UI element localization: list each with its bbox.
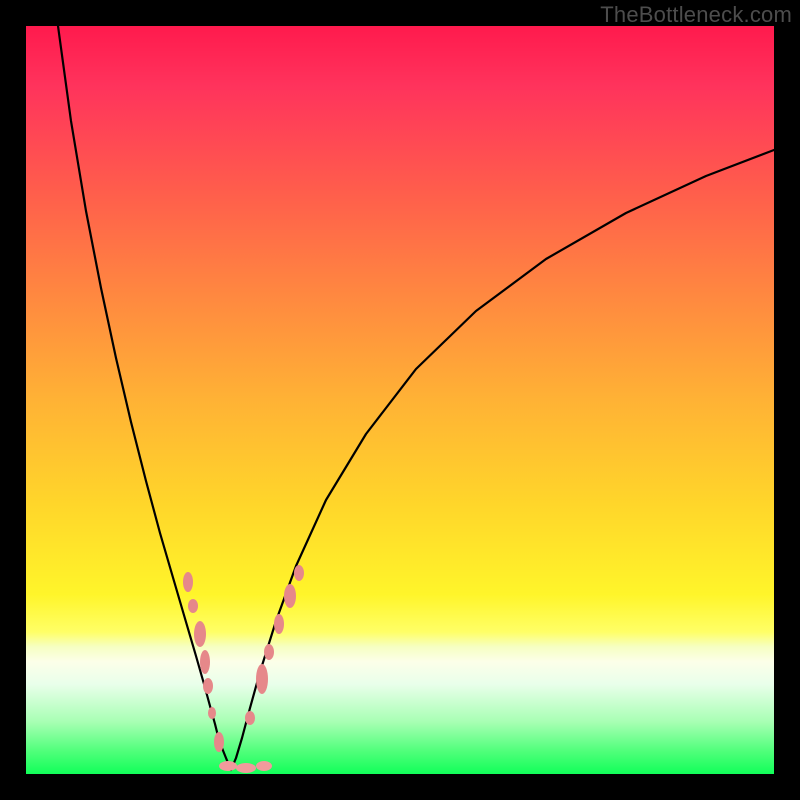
dot-left-6 (214, 732, 224, 752)
dot-bottom-2 (256, 761, 272, 771)
dot-right-0 (245, 711, 255, 725)
dot-right-3 (274, 614, 284, 634)
dot-left-2 (194, 621, 206, 647)
plot-frame (26, 26, 774, 774)
dot-right-2 (264, 644, 274, 660)
dot-right-1 (256, 664, 268, 694)
dot-left-5 (208, 707, 216, 719)
dot-right-4 (284, 584, 296, 608)
curve-right-branch (231, 150, 774, 770)
dot-right-5 (294, 565, 304, 581)
dot-bottom-1 (236, 763, 256, 773)
dot-left-3 (200, 650, 210, 674)
curve-svg (26, 26, 774, 774)
dot-left-0 (183, 572, 193, 592)
dot-left-1 (188, 599, 198, 613)
dot-left-4 (203, 678, 213, 694)
dots-group (183, 565, 304, 773)
curve-group (58, 26, 774, 770)
dot-bottom-0 (219, 761, 237, 771)
watermark-text: TheBottleneck.com (600, 2, 792, 28)
